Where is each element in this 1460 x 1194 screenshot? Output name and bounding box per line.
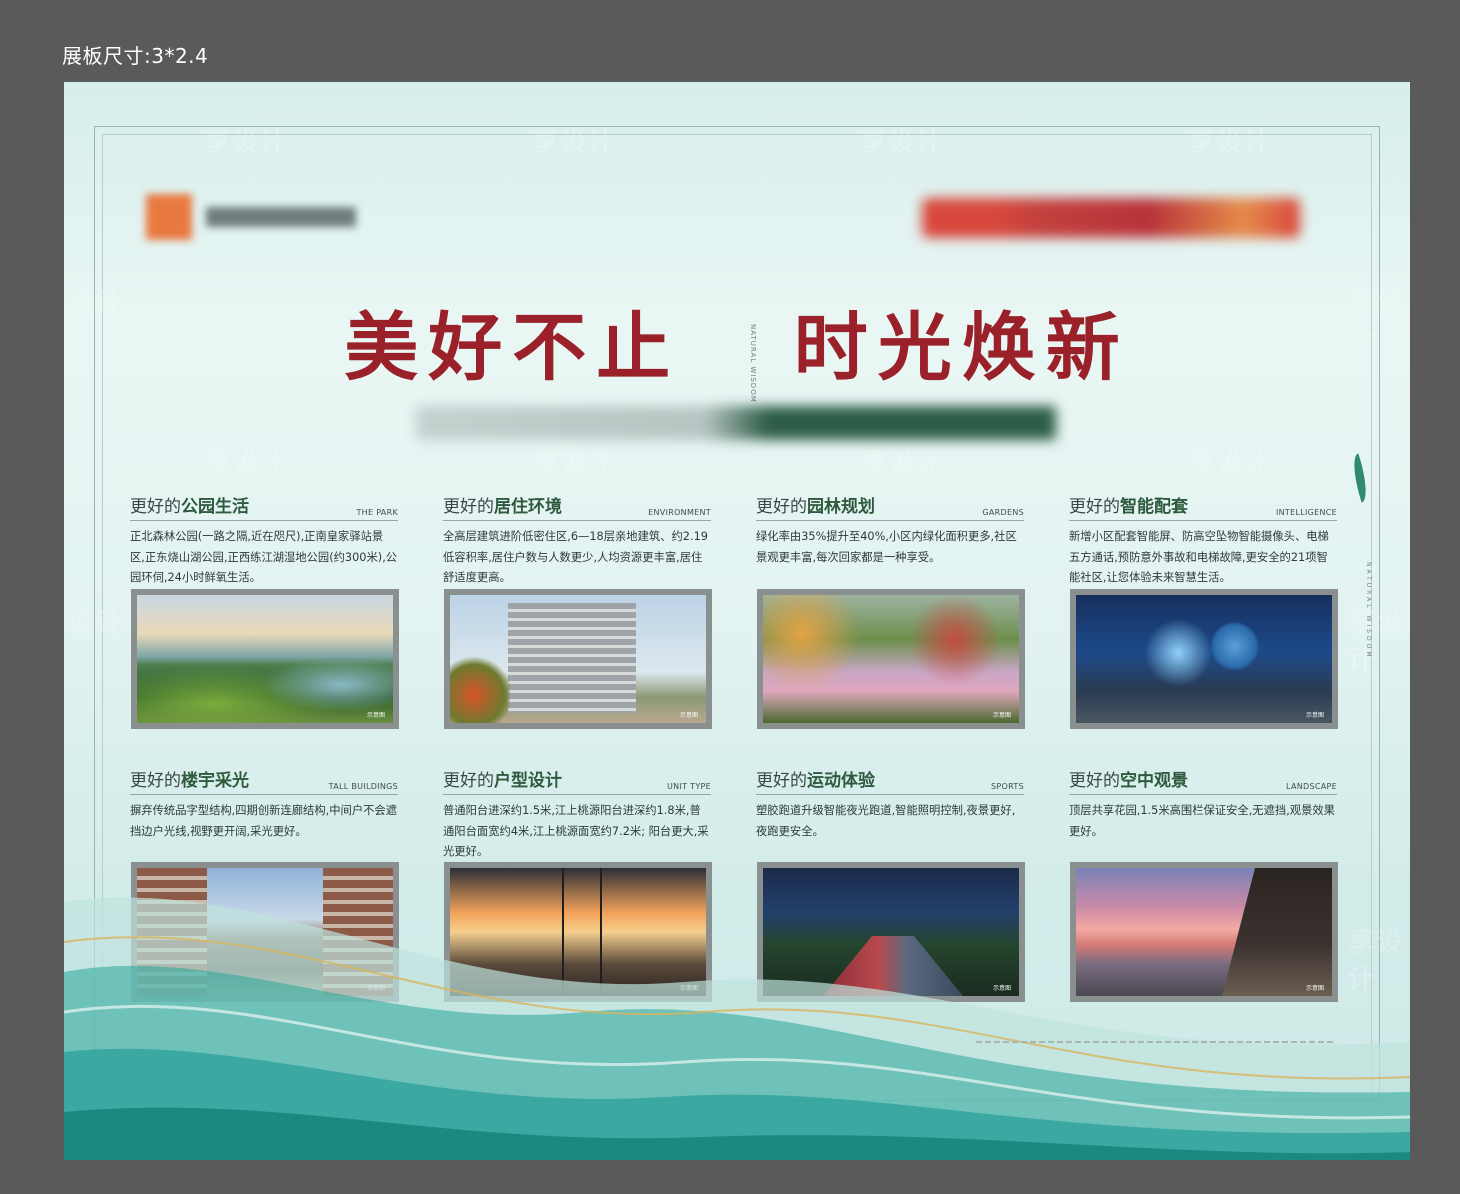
- garden-trees: [763, 595, 1019, 723]
- card-en-label: SPORTS: [991, 782, 1024, 791]
- card-header: 更好的公园生活 THE PARK: [130, 492, 398, 521]
- card-description: 绿化率由35%提升至40%,小区内绿化面积更多,社区景观更丰富,每次回家都是一种…: [756, 530, 1017, 564]
- card-title-main: 园林规划: [807, 497, 875, 517]
- headline-right: 时光焕新: [793, 305, 1130, 391]
- card-description: 摒弃传统品字型结构,四期创新连廊结构,中间户不会遮挡边户光线,视野更开阔,采光更…: [130, 804, 398, 838]
- card-sports: 更好的运动体验 SPORTS 塑胶跑道升级智能夜光跑道,智能照明控制,夜景更好,…: [756, 766, 1024, 865]
- photo-tag: 示意图: [679, 712, 698, 719]
- photo-park: 示意图: [131, 589, 399, 729]
- card-description: 普通阳台进深约1.5米,江上桃源阳台进深约1.8米,普通阳台面宽约4米,江上桃源…: [443, 804, 709, 858]
- card-title-prefix: 更好的: [1069, 771, 1120, 791]
- card-en-label: LANDSCAPE: [1286, 782, 1337, 791]
- card-title-prefix: 更好的: [756, 497, 807, 517]
- photo-intelligence: 示意图: [1070, 589, 1338, 729]
- card-en-label: THE PARK: [356, 508, 398, 517]
- subheadline-blurred: [416, 406, 1056, 440]
- card-title-main: 居住环境: [494, 497, 562, 517]
- card-en-label: INTELLIGENCE: [1275, 508, 1337, 517]
- card-landscape: 更好的空中观景 LANDSCAPE 顶层共享花园,1.5米高围栏保证安全,无遮挡…: [1069, 766, 1337, 865]
- headline-separator: NATURAL WISDOM: [749, 323, 757, 403]
- card-title-main: 智能配套: [1120, 497, 1188, 517]
- card-title: 更好的居住环境: [443, 492, 562, 517]
- headline-left: 美好不止: [344, 305, 681, 391]
- card-header: 更好的居住环境 ENVIRONMENT: [443, 492, 711, 521]
- decorative-dotted-line: [976, 1041, 1336, 1043]
- card-tall-buildings: 更好的楼宇采光 TALL BUILDINGS 摒弃传统品字型结构,四期创新连廊结…: [130, 766, 398, 865]
- card-title-main: 公园生活: [181, 497, 249, 517]
- display-board: 享设计 享设计 享设计 享设计 享设计 享设计 享设计 享设计 享设计 享设计 …: [64, 82, 1410, 1160]
- card-title-main: 楼宇采光: [181, 771, 249, 791]
- card-gardens: 更好的园林规划 GARDENS 绿化率由35%提升至40%,小区内绿化面积更多,…: [756, 492, 1024, 591]
- card-en-label: GARDENS: [982, 508, 1024, 517]
- card-park: 更好的公园生活 THE PARK 正北森林公园(一路之隔,近在咫尺),正南皇家驿…: [130, 492, 398, 591]
- card-unit-type: 更好的户型设计 UNIT TYPE 普通阳台进深约1.5米,江上桃源阳台进深约1…: [443, 766, 711, 865]
- card-title: 更好的智能配套: [1069, 492, 1188, 517]
- card-title-main: 运动体验: [807, 771, 875, 791]
- card-title-prefix: 更好的: [130, 771, 181, 791]
- wave-decoration: [64, 897, 1410, 1160]
- park-water: [137, 595, 393, 723]
- card-header: 更好的运动体验 SPORTS: [756, 766, 1024, 795]
- card-description: 正北森林公园(一路之隔,近在咫尺),正南皇家驿站景区,正东烧山湖公园,正西练江湖…: [130, 530, 398, 584]
- card-title: 更好的运动体验: [756, 766, 875, 791]
- card-title-main: 户型设计: [494, 771, 562, 791]
- building-facade: [508, 603, 636, 713]
- card-title-prefix: 更好的: [130, 497, 181, 517]
- autumn-tree: [450, 653, 510, 723]
- card-title: 更好的空中观景: [1069, 766, 1188, 791]
- headline: 美好不止 NATURAL WISDOM 时光焕新: [64, 288, 1410, 403]
- photo-gardens: 示意图: [757, 589, 1025, 729]
- card-title-prefix: 更好的: [443, 771, 494, 791]
- card-title-main: 空中观景: [1120, 771, 1188, 791]
- card-en-label: UNIT TYPE: [667, 782, 711, 791]
- photo-tag: 示意图: [1305, 712, 1324, 719]
- card-description: 新增小区配套智能屏、防高空坠物智能摄像头、电梯五方通话,预防意外事故和电梯故障,…: [1069, 530, 1329, 584]
- card-header: 更好的楼宇采光 TALL BUILDINGS: [130, 766, 398, 795]
- card-environment: 更好的居住环境 ENVIRONMENT 全高层建筑进阶低密住区,6—18层亲地建…: [443, 492, 711, 591]
- card-title: 更好的园林规划: [756, 492, 875, 517]
- side-vertical-text: NATURAL WISDOM: [1365, 562, 1372, 660]
- project-logo: [922, 198, 1300, 238]
- logo-wordmark: [206, 207, 356, 227]
- card-description: 全高层建筑进阶低密住区,6—18层亲地建筑、约2.19低容积率,居住户数与人数更…: [443, 530, 708, 584]
- card-title-prefix: 更好的: [443, 497, 494, 517]
- card-intelligence: 更好的智能配套 INTELLIGENCE 新增小区配套智能屏、防高空坠物智能摄像…: [1069, 492, 1337, 591]
- logo-mark-icon: [146, 194, 192, 240]
- photo-tag: 示意图: [992, 712, 1011, 719]
- card-header: 更好的空中观景 LANDSCAPE: [1069, 766, 1337, 795]
- card-header: 更好的户型设计 UNIT TYPE: [443, 766, 711, 795]
- board-size-label: 展板尺寸:3*2.4: [62, 44, 209, 68]
- card-header: 更好的园林规划 GARDENS: [756, 492, 1024, 521]
- card-title-prefix: 更好的: [756, 771, 807, 791]
- photo-environment: 示意图: [444, 589, 712, 729]
- globe-icon: [1076, 595, 1332, 723]
- card-en-label: ENVIRONMENT: [648, 508, 711, 517]
- photo-tag: 示意图: [366, 712, 385, 719]
- card-header: 更好的智能配套 INTELLIGENCE: [1069, 492, 1337, 521]
- card-en-label: TALL BUILDINGS: [328, 782, 398, 791]
- card-title: 更好的户型设计: [443, 766, 562, 791]
- card-title: 更好的楼宇采光: [130, 766, 249, 791]
- card-description: 塑胶跑道升级智能夜光跑道,智能照明控制,夜景更好,夜跑更安全。: [756, 804, 1016, 838]
- card-description: 顶层共享花园,1.5米高围栏保证安全,无遮挡,观景效果更好。: [1069, 804, 1335, 838]
- card-title: 更好的公园生活: [130, 492, 249, 517]
- developer-logo: [146, 194, 356, 240]
- card-title-prefix: 更好的: [1069, 497, 1120, 517]
